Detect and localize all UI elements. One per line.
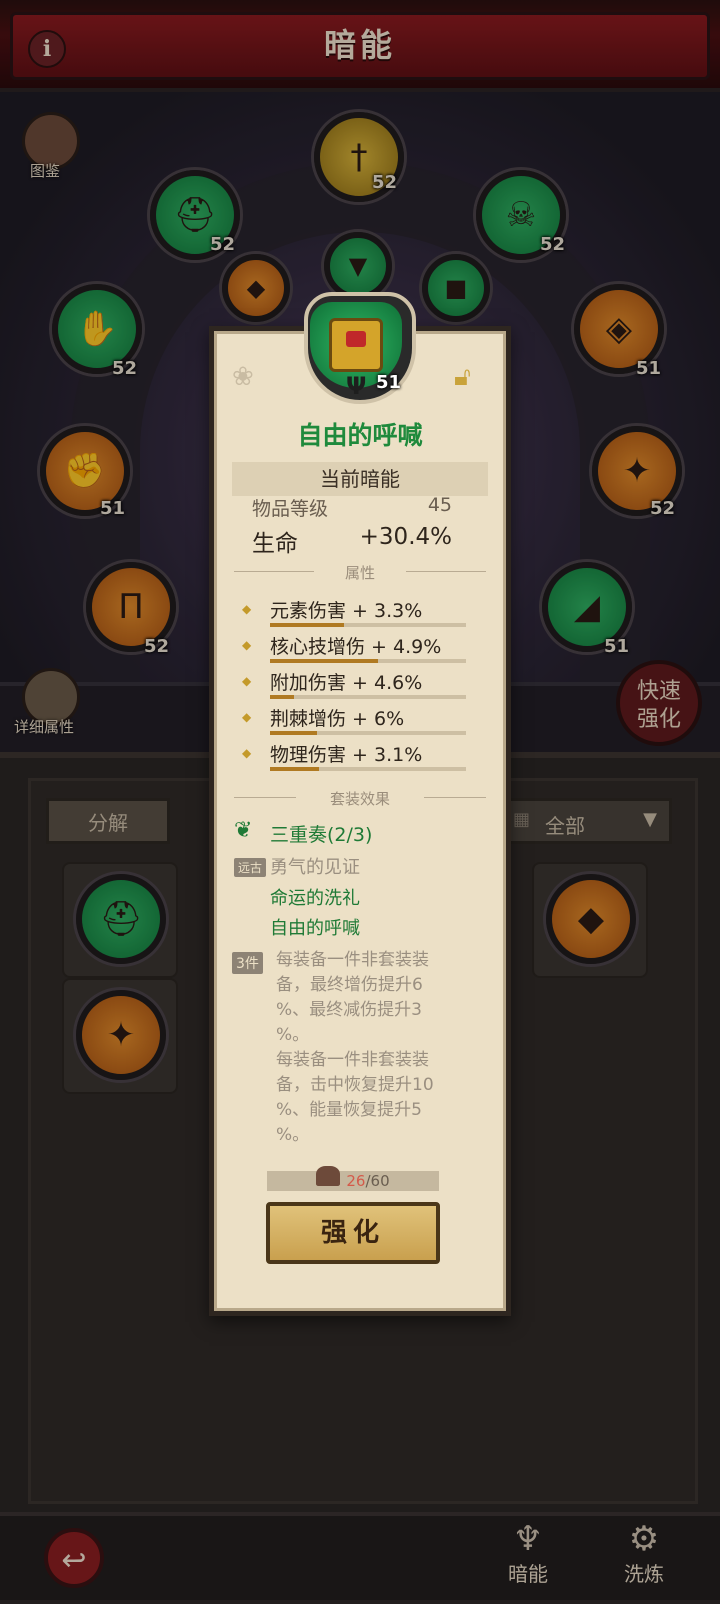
set-bonus-line: 备，击中恢复提升10	[276, 1075, 434, 1095]
attribute-text: 荆棘增伤 + 6%	[270, 708, 405, 730]
attribute-bar	[270, 659, 466, 663]
item-level-label: 物品等级	[252, 498, 329, 520]
main-stat-value: +30.4%	[359, 524, 452, 550]
enhance-button[interactable]: 强化	[266, 1202, 440, 1264]
attribute-row: ◆ 物理伤害 + 3.1%	[242, 740, 472, 772]
attribute-bar	[270, 623, 466, 627]
attributes-header: 属性	[344, 564, 375, 582]
set-effect-header: 套装效果	[329, 790, 390, 808]
diamond-icon: ◆	[242, 710, 252, 724]
divider-line	[424, 797, 486, 798]
ring-icon	[329, 318, 383, 372]
diamond-icon: ◆	[242, 602, 252, 616]
attribute-text: 物理伤害 + 3.1%	[270, 744, 423, 766]
diamond-icon: ◆	[242, 746, 252, 760]
set-bonus-line: %。	[276, 1125, 310, 1145]
ancient-tag: 远古	[234, 858, 267, 877]
attribute-text: 核心技增伤 + 4.9%	[270, 636, 442, 658]
set-bonus-tag: 3件	[232, 952, 263, 974]
divider-line	[234, 571, 314, 572]
attribute-row: ◆ 荆棘增伤 + 6%	[242, 704, 472, 736]
item-level-badge: 51	[376, 372, 402, 393]
set-bonus-line: 每装备一件非套装装	[276, 1050, 429, 1070]
attribute-bar	[270, 731, 466, 735]
current-section-header: 当前暗能	[232, 462, 488, 496]
main-stat-label: 生命	[252, 531, 298, 557]
set-bonus-line: %。	[276, 1025, 310, 1045]
leaf-icon: ❦	[234, 818, 253, 843]
attribute-text: 附加伤害 + 4.6%	[270, 672, 423, 694]
divider-line	[234, 797, 296, 798]
set-divider: 套装效果	[234, 788, 486, 808]
item-name: 自由的呼喊	[297, 421, 423, 450]
diamond-icon: ◆	[242, 638, 252, 652]
set-bonus-line: %、能量恢复提升5	[276, 1100, 422, 1120]
ore-icon	[316, 1166, 340, 1186]
material-current: 26	[346, 1172, 366, 1190]
set-item-unowned: 勇气的见证	[270, 857, 360, 878]
attribute-bar	[270, 695, 466, 699]
attribute-bar-fill	[270, 731, 318, 735]
attribute-row: ◆ 元素伤害 + 3.3%	[242, 596, 472, 628]
attribute-bar	[270, 767, 466, 771]
attributes-divider: 属性	[234, 562, 486, 582]
diamond-icon: ◆	[242, 674, 252, 688]
attribute-bar-fill	[270, 695, 294, 699]
set-bonus-line: 备，最终增伤提升6	[276, 975, 423, 995]
set-name: 三重奏(2/3)	[270, 824, 373, 846]
attribute-bar-fill	[270, 659, 378, 663]
divider-line	[406, 571, 486, 572]
attribute-row: ◆ 核心技增伤 + 4.9%	[242, 632, 472, 664]
item-level-value: 45	[427, 494, 452, 516]
set-item-owned: 命运的洗礼	[270, 888, 360, 909]
attribute-row: ◆ 附加伤害 + 4.6%	[242, 668, 472, 700]
material-total: /60	[365, 1172, 390, 1190]
trident-icon: Ψ	[346, 372, 367, 400]
material-progress: 26/60	[267, 1171, 439, 1191]
attribute-bar-fill	[270, 767, 319, 771]
rose-icon[interactable]: ❀	[232, 362, 254, 392]
set-item-owned: 自由的呼喊	[270, 918, 360, 939]
set-bonus-description: 每装备一件非套装装 备，最终增伤提升6 %、最终减伤提升3 %。 每装备一件非套…	[276, 948, 476, 1148]
attribute-text: 元素伤害 + 3.3%	[270, 600, 423, 622]
set-bonus-line: 每装备一件非套装装	[276, 950, 429, 970]
attribute-bar-fill	[270, 623, 345, 627]
set-bonus-line: %、最终减伤提升3	[276, 1000, 422, 1020]
unlock-icon[interactable]: 🔓︎	[454, 362, 471, 393]
